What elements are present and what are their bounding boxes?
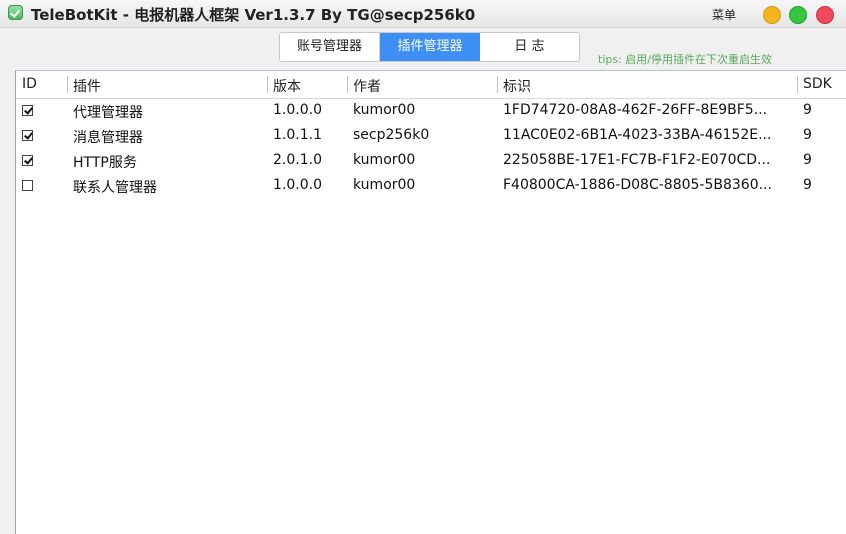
column-divider[interactable] — [267, 76, 268, 93]
table-row[interactable]: 消息管理器 1.0.1.1 secp256k0 11AC0E02-6B1A-40… — [16, 124, 846, 149]
plugin-sdk: 9 — [803, 177, 812, 193]
plugin-table: ID 插件 版本 作者 标识 SDK 代理管理器 1.0.0.0 kumor00… — [15, 70, 846, 534]
plugin-sdk: 9 — [803, 102, 812, 118]
table-row[interactable]: 联系人管理器 1.0.0.0 kumor00 F40800CA-1886-D08… — [16, 174, 846, 199]
plugin-identifier: 11AC0E02-6B1A-4023-33BA-46152E... — [503, 127, 772, 143]
column-header-id[interactable]: ID — [22, 76, 37, 92]
maximize-button[interactable] — [789, 6, 807, 24]
plugin-author: kumor00 — [353, 152, 416, 168]
plugin-version: 1.0.1.1 — [273, 127, 322, 143]
plugin-version: 1.0.0.0 — [273, 177, 322, 193]
column-divider[interactable] — [797, 76, 798, 93]
plugin-name: 代理管理器 — [73, 105, 143, 121]
tab-bar: 账号管理器 插件管理器 日 志 — [279, 32, 580, 62]
plugin-sdk: 9 — [803, 127, 812, 143]
plugin-version: 2.0.1.0 — [273, 152, 322, 168]
column-header-identifier[interactable]: 标识 — [503, 76, 531, 96]
close-button[interactable] — [816, 6, 834, 24]
tips-text: tips: 启用/停用插件在下次重启生效 — [598, 53, 772, 66]
plugin-author: kumor00 — [353, 177, 416, 193]
app-icon — [8, 5, 23, 20]
plugin-name: HTTP服务 — [73, 155, 137, 171]
enable-checkbox[interactable] — [22, 130, 33, 141]
title-bar: TeleBotKit - 电报机器人框架 Ver1.3.7 By TG@secp… — [0, 0, 846, 28]
tab-plugin-manager[interactable]: 插件管理器 — [380, 33, 480, 61]
plugin-author: secp256k0 — [353, 127, 430, 143]
minimize-button[interactable] — [763, 6, 781, 24]
column-header-version[interactable]: 版本 — [273, 76, 301, 96]
tab-account-manager[interactable]: 账号管理器 — [280, 33, 380, 61]
enable-checkbox[interactable] — [22, 155, 33, 166]
plugin-author: kumor00 — [353, 102, 416, 118]
column-divider[interactable] — [67, 76, 68, 93]
window-title: TeleBotKit - 电报机器人框架 Ver1.3.7 By TG@secp… — [31, 6, 476, 24]
table-header: ID 插件 版本 作者 标识 SDK — [16, 71, 846, 99]
plugin-identifier: 225058BE-17E1-FC7B-F1F2-E070CD... — [503, 152, 771, 168]
column-header-plugin[interactable]: 插件 — [73, 76, 101, 96]
plugin-identifier: F40800CA-1886-D08C-8805-5B8360... — [503, 177, 772, 193]
table-row[interactable]: 代理管理器 1.0.0.0 kumor00 1FD74720-08A8-462F… — [16, 99, 846, 124]
menu-button[interactable]: 菜单 — [712, 6, 736, 23]
plugin-version: 1.0.0.0 — [273, 102, 322, 118]
tab-log[interactable]: 日 志 — [480, 33, 579, 61]
table-row[interactable]: HTTP服务 2.0.1.0 kumor00 225058BE-17E1-FC7… — [16, 149, 846, 174]
plugin-name: 消息管理器 — [73, 130, 143, 146]
column-header-sdk[interactable]: SDK — [803, 76, 832, 92]
column-divider[interactable] — [497, 76, 498, 93]
enable-checkbox[interactable] — [22, 105, 33, 116]
column-divider[interactable] — [347, 76, 348, 93]
plugin-sdk: 9 — [803, 152, 812, 168]
column-header-author[interactable]: 作者 — [353, 76, 381, 96]
plugin-identifier: 1FD74720-08A8-462F-26FF-8E9BF5... — [503, 102, 768, 118]
enable-checkbox[interactable] — [22, 180, 33, 191]
plugin-name: 联系人管理器 — [73, 180, 157, 196]
